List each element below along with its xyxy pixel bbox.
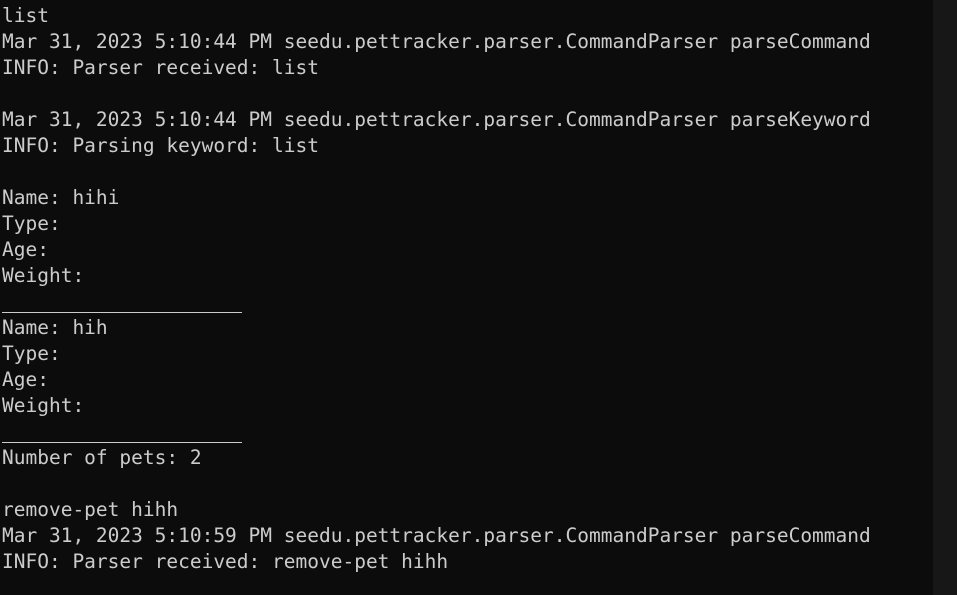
output-line: Name: hihi [2,186,120,209]
terminal-window[interactable]: list Mar 31, 2023 5:10:44 PM seedu.pettra… [0,0,957,595]
output-line: Name: hih [2,316,108,339]
vertical-scrollbar[interactable] [933,0,957,595]
output-line: Type: [2,212,61,235]
output-line: Age: [2,238,49,261]
log-line: Mar 31, 2023 5:10:59 PM seedu.pettracker… [2,524,871,547]
output-line: Weight: [2,264,85,287]
log-line: Mar 31, 2023 5:10:44 PM seedu.pettracker… [2,30,871,53]
command-input-line: list [2,4,49,27]
command-input-line: remove-pet hihh [2,498,179,521]
log-line: INFO: Parser received: remove-pet hihh [2,550,449,573]
output-line: Type: [2,342,61,365]
terminal-output: list Mar 31, 2023 5:10:44 PM seedu.pettra… [2,3,932,575]
separator-line [2,289,932,315]
output-line: Number of pets: 2 [2,446,202,469]
output-line: Age: [2,368,49,391]
log-line: INFO: Parsing keyword: list [2,134,319,157]
log-line: INFO: Parser received: list [2,56,319,79]
separator-line [2,419,932,445]
output-line: Weight: [2,394,85,417]
log-line: Mar 31, 2023 5:10:44 PM seedu.pettracker… [2,108,871,131]
